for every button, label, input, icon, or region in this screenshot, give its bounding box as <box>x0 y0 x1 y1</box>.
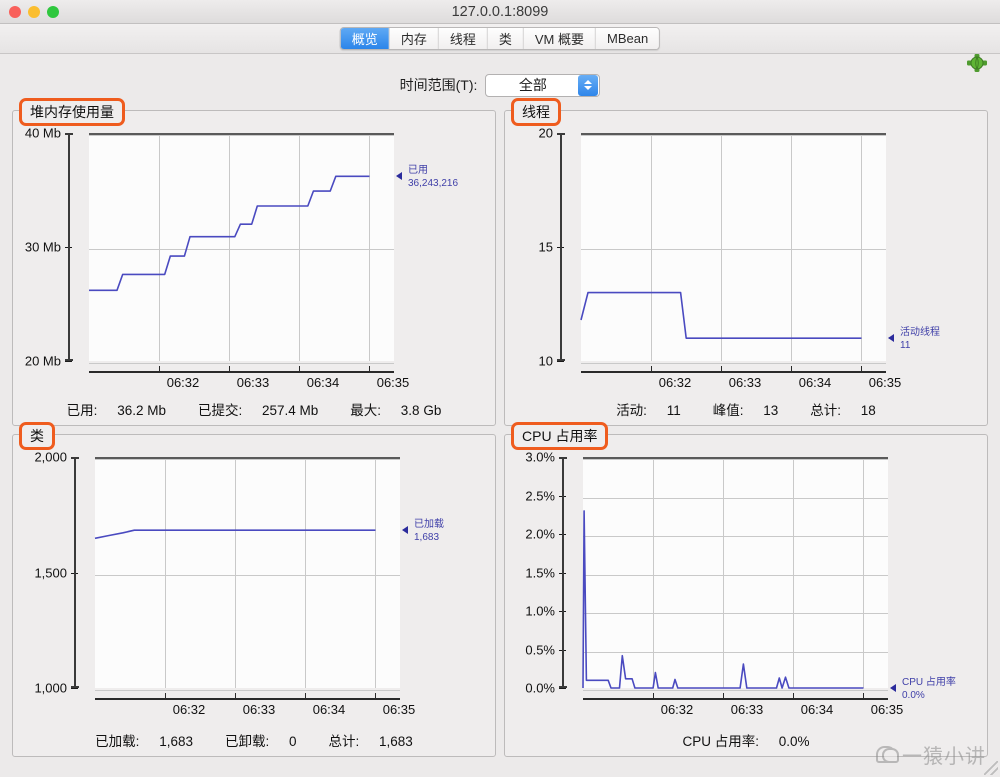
footer-stat-label: 已卸载: <box>224 734 270 749</box>
time-range-select[interactable]: 全部 <box>485 73 601 97</box>
footer-stat-value: 257.4 Mb <box>258 403 319 418</box>
jconsole-window: 127.0.0.1:8099 概览 内存 线程类 VM 概要 MBean 时间范围(T)… <box>0 0 1000 777</box>
footer-stat: 已提交: 257.4 Mb <box>190 403 326 418</box>
threads-chart: 10 15 20 06:32 06:33 06:34 06:35 活动线程 11 活动: 11 峰值… <box>505 111 987 425</box>
footer-stat: 最大: 3.8 Gb <box>342 403 449 418</box>
footer-stat-label: 总计: <box>328 734 360 749</box>
legend-series-value: 11 <box>900 339 911 351</box>
heap-memory-footer: 已用: 36.2 Mb 已提交: 257.4 Mb 最大: 3.8 Gb <box>13 399 495 419</box>
window-title: 127.0.0.1:8099 <box>451 4 549 20</box>
footer-stat-label: 峰值: <box>712 403 744 418</box>
footer-stat-value: 0 <box>285 734 297 749</box>
threads-footer: 活动: 11 峰值: 13 总计: 18 <box>505 399 987 419</box>
footer-stat: 总计: 1,683 <box>321 734 421 749</box>
threads-series <box>580 291 862 339</box>
overview-chart-grid: 堆内存使用量 20 Mb 30 Mb 40 Mb 06:32 06:33 06:34 06:3… <box>12 98 988 765</box>
tab-3[interactable]: 线程 <box>438 28 488 49</box>
classes-legend: 已加载 1,683 <box>402 519 444 544</box>
classes-chart: 1,000 1,500 2,000 06:32 06:33 06:34 06:35 已加载 1,… <box>13 435 495 756</box>
legend-series-value: 0.0% <box>902 689 925 701</box>
cpu-usage-legend: CPU 占用率 0.0% <box>890 677 956 702</box>
heap-memory-legend: 已用 36,243,216 <box>396 165 459 190</box>
cpu-usage-chart: 0.0% 0.5% 1.0% 1.5% 2.0% 2.5% 3.0% 06:32 06:33 06… <box>505 435 987 756</box>
threads-legend: 活动线程 11 <box>888 327 940 352</box>
legend-marker-icon <box>888 334 894 343</box>
tab-1[interactable]: 概览 <box>340 28 390 49</box>
footer-stat-label: CPU 占用率: <box>682 734 759 749</box>
footer-stat-value: 36.2 Mb <box>113 403 166 418</box>
tab-6[interactable]: MBean <box>595 28 660 49</box>
legend-marker-icon <box>890 684 896 692</box>
footer-stat: 已卸载: 0 <box>217 734 305 749</box>
wechat-icon <box>876 746 899 763</box>
legend-series-name: 活动线程 <box>900 327 940 339</box>
panel-heap-memory: 堆内存使用量 20 Mb 30 Mb 40 Mb 06:32 06:33 06:34 06:3… <box>12 98 496 426</box>
heap-memory-chart: 20 Mb 30 Mb 40 Mb 06:32 06:33 06:34 06:35 已用 36,… <box>13 111 495 425</box>
window-titlebar: 127.0.0.1:8099 <box>0 0 1000 24</box>
footer-stat-value: 0.0% <box>774 734 810 749</box>
footer-stat-label: 已加载: <box>95 734 140 749</box>
legend-series-name: CPU 占用率 <box>902 677 956 688</box>
footer-stat-value: 11 <box>662 403 681 418</box>
tab-5[interactable]: VM 概要 <box>523 28 596 49</box>
footer-stat-value: 13 <box>759 403 779 418</box>
classes-footer: 已加载: 1,683 已卸载: 0 总计: 1,683 <box>13 730 495 750</box>
legend-series-value: 1,683 <box>414 531 440 543</box>
watermark: 一猿小讲 <box>876 740 986 769</box>
legend-marker-icon <box>396 172 402 181</box>
footer-stat-label: 已用: <box>66 403 98 418</box>
footer-stat-value: 18 <box>857 403 876 418</box>
tab-strip: 概览 内存 线程类 VM 概要 MBean <box>0 24 1000 72</box>
footer-stat-value: 1,683 <box>375 734 413 749</box>
footer-stat: 峰值: 13 <box>705 403 787 418</box>
cpu-usage-series <box>582 510 864 689</box>
resize-grip[interactable] <box>984 761 998 775</box>
footer-stat-label: 总计: <box>810 403 842 418</box>
tab-4[interactable]: 类 <box>487 28 524 49</box>
footer-stat: CPU 占用率: 0.0% <box>674 734 817 749</box>
footer-stat-value: 1,683 <box>155 734 193 749</box>
panel-cpu-usage: CPU 占用率 0.0% 0.5% 1.0% 1.5% 2.0% 2.5% 3.0% 06:32… <box>504 422 988 757</box>
legend-series-value: 36,243,216 <box>408 177 459 189</box>
footer-stat-label: 已提交: <box>197 403 243 418</box>
stepper-arrows-icon[interactable] <box>578 74 599 96</box>
classes-series <box>94 529 376 540</box>
footer-stat-label: 活动: <box>616 403 647 418</box>
watermark-text: 一猿小讲 <box>902 744 986 768</box>
footer-stat: 活动: 11 <box>608 403 689 418</box>
time-range-row: 时间范围(T): 全部 <box>0 70 1000 100</box>
footer-stat-label: 最大: <box>350 403 382 418</box>
legend-series-name: 已加载 <box>414 519 444 531</box>
footer-stat: 已加载: 1,683 <box>87 734 201 749</box>
panel-classes: 类 1,000 1,500 2,000 06:32 06:33 06:34 06:35 已加载 1… <box>12 422 496 757</box>
tab-list: 概览 内存 线程类 VM 概要 MBean <box>339 27 661 50</box>
time-range-label: 时间范围(T): <box>399 77 478 93</box>
legend-marker-icon <box>402 526 408 535</box>
tab-2[interactable]: 内存 <box>389 28 439 49</box>
footer-stat-value: 3.8 Gb <box>397 403 442 418</box>
legend-series-name: 已用 <box>408 165 428 177</box>
panel-threads: 线程 10 15 20 06:32 06:33 06:34 06:35 活动线程 11 活动: 11… <box>504 98 988 426</box>
footer-stat: 已用: 36.2 Mb <box>59 403 174 418</box>
heap-memory-series <box>89 175 370 292</box>
footer-stat: 总计: 18 <box>802 403 884 418</box>
